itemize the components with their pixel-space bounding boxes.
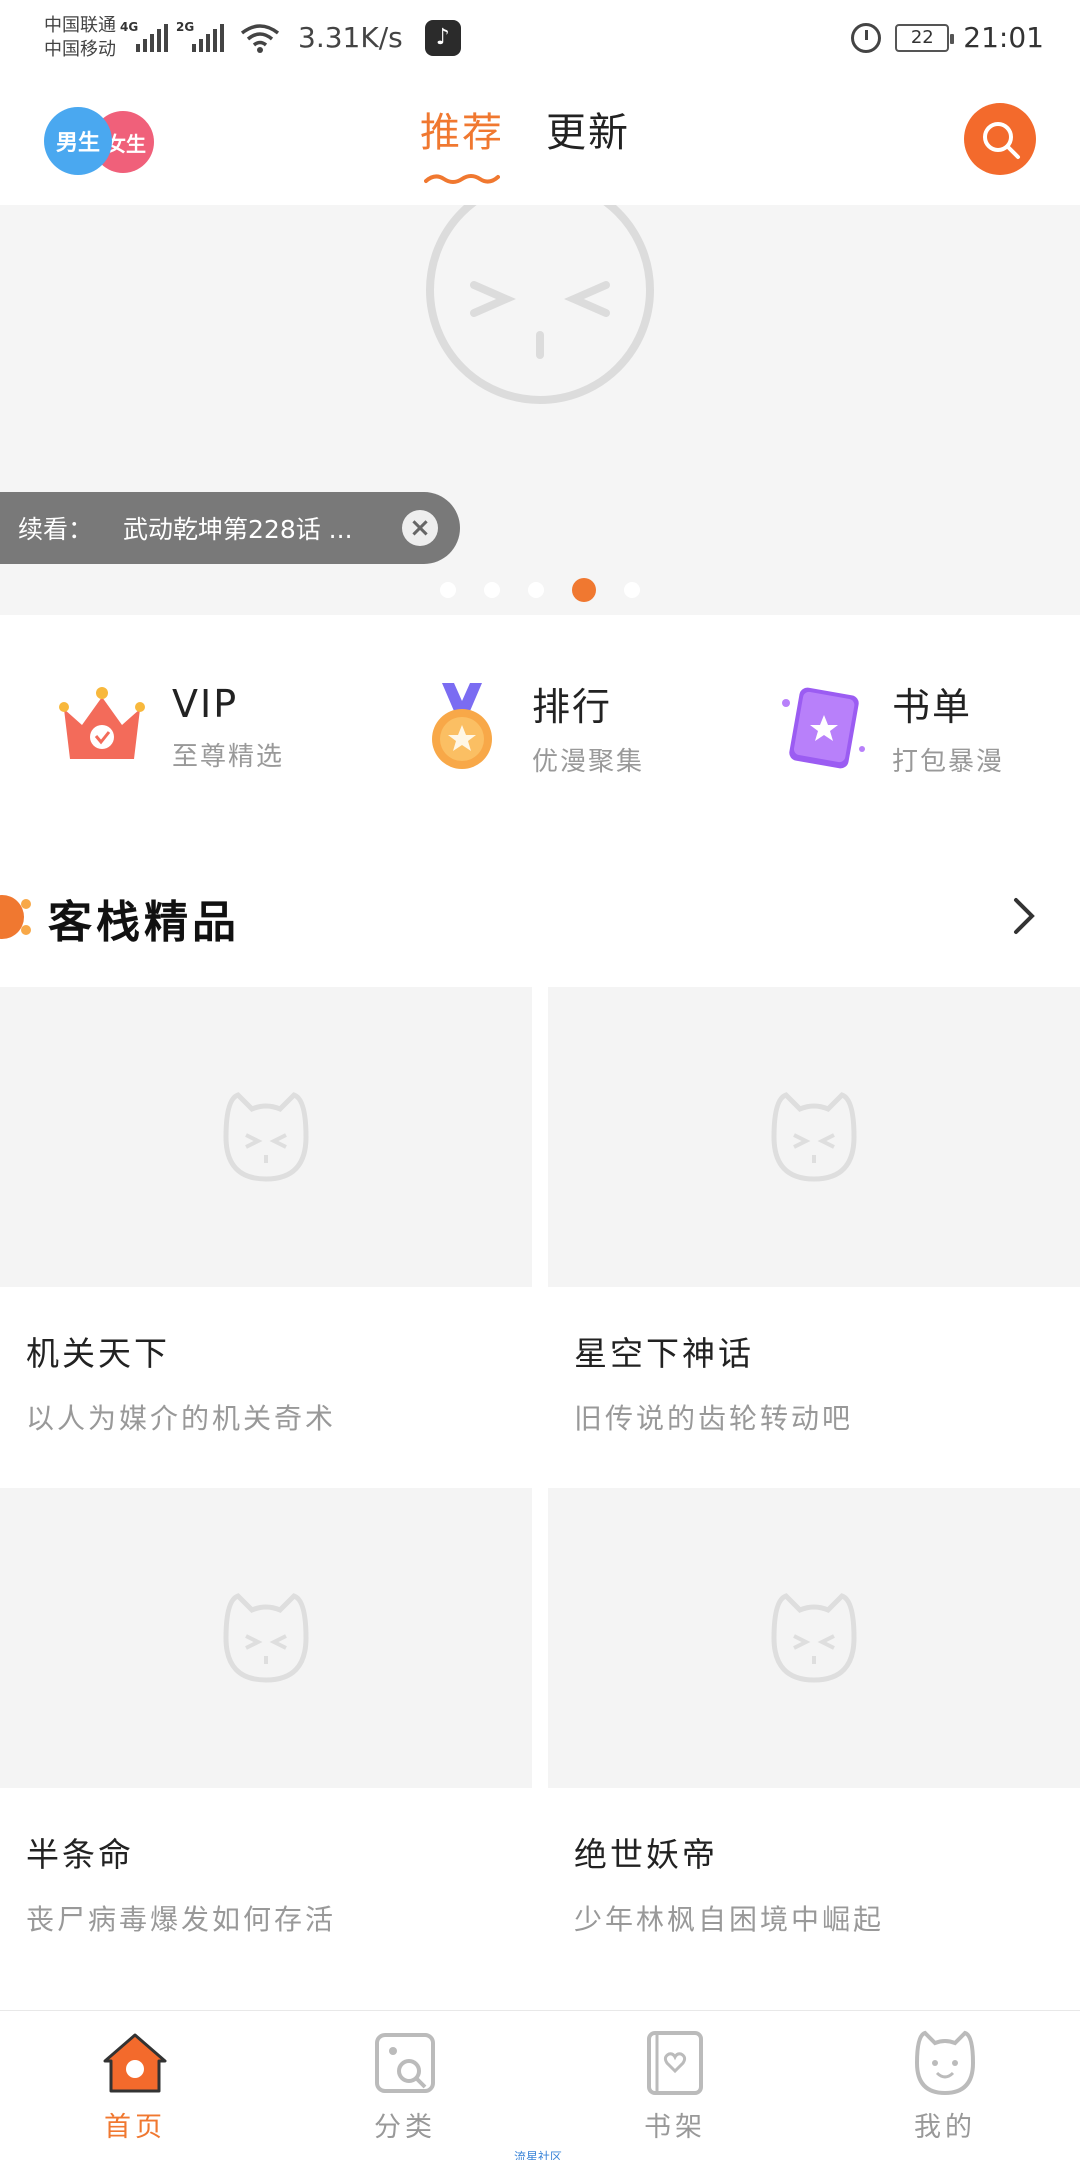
section-title: 客栈精品 bbox=[48, 897, 240, 948]
category-icon bbox=[375, 2033, 435, 2093]
feature-ranking[interactable]: 排行 优漫聚集 bbox=[410, 675, 644, 779]
carousel-dot-active[interactable] bbox=[572, 578, 596, 602]
carousel-dot[interactable] bbox=[440, 582, 456, 598]
feature-vip[interactable]: VIP 至尊精选 bbox=[50, 675, 284, 779]
alarm-icon bbox=[851, 22, 882, 53]
carousel-dot[interactable] bbox=[528, 582, 544, 598]
comic-cover-placeholder[interactable] bbox=[548, 987, 1080, 1287]
book-icon bbox=[782, 687, 865, 769]
cat-face-icon bbox=[223, 1593, 309, 1683]
cat-face-icon bbox=[771, 1593, 857, 1683]
status-bar: 中国联通 中国移动 4G 2G 3.31K/s ♪ 22 21:01 bbox=[0, 0, 1080, 75]
comic-description: 旧传说的齿轮转动吧 bbox=[574, 1402, 854, 1435]
bottom-nav: 首页 分类 书架 我的 bbox=[0, 2010, 1080, 2160]
section-header[interactable]: 客栈精品 bbox=[0, 880, 1080, 950]
carousel-dot[interactable] bbox=[484, 582, 500, 598]
signal-2g-icon: 2G bbox=[176, 20, 224, 52]
comic-cover-placeholder[interactable] bbox=[0, 1488, 532, 1788]
feature-booklist[interactable]: 书单 打包暴漫 bbox=[770, 675, 1004, 779]
nav-bookshelf[interactable]: 书架 bbox=[605, 2027, 745, 2144]
watermark: 流星社区 bbox=[514, 2150, 563, 2160]
tab-recommend[interactable]: 推荐 bbox=[420, 100, 504, 158]
nav-home-label: 首页 bbox=[104, 2112, 166, 2143]
network-type-2: 2G bbox=[176, 19, 195, 34]
comic-title: 星空下神话 bbox=[574, 1334, 754, 1373]
search-button[interactable] bbox=[964, 103, 1036, 175]
feature-vip-title: VIP bbox=[172, 681, 239, 726]
bookshelf-icon bbox=[647, 2031, 703, 2095]
comic-card[interactable]: 机关天下 以人为媒介的机关奇术 bbox=[0, 987, 532, 1437]
tiktok-icon: ♪ bbox=[424, 19, 461, 56]
continue-reading-bar[interactable]: 续看： 武动乾坤第228话 ... × bbox=[0, 492, 460, 564]
comic-cover-placeholder[interactable] bbox=[548, 1488, 1080, 1788]
top-tabs: 推荐 更新 bbox=[420, 100, 630, 158]
home-icon bbox=[103, 2033, 167, 2093]
feature-vip-subtitle: 至尊精选 bbox=[172, 741, 285, 772]
active-tab-indicator bbox=[424, 174, 500, 184]
comic-card[interactable]: 绝世妖帝 少年林枫自困境中崛起 bbox=[548, 1488, 1080, 1938]
gender-boy-badge[interactable]: 男生 bbox=[44, 107, 112, 175]
nav-profile-label: 我的 bbox=[914, 2112, 976, 2143]
feature-ranking-subtitle: 优漫聚集 bbox=[532, 747, 645, 777]
comic-card[interactable]: 星空下神话 旧传说的齿轮转动吧 bbox=[548, 987, 1080, 1437]
top-header: 男生 女生 推荐 更新 bbox=[0, 75, 1080, 205]
comic-description: 少年林枫自困境中崛起 bbox=[574, 1903, 885, 1936]
cat-face-icon bbox=[223, 1092, 309, 1182]
nav-category[interactable]: 分类 bbox=[335, 2027, 475, 2144]
continue-title[interactable]: 武动乾坤第228话 ... bbox=[123, 510, 402, 546]
carrier-names: 中国联通 中国移动 bbox=[44, 14, 116, 62]
section-dot-icon bbox=[0, 895, 31, 939]
battery-icon: 22 bbox=[895, 23, 955, 52]
placeholder-face-icon bbox=[426, 205, 654, 404]
comic-card[interactable]: 半条命 丧尸病毒爆发如何存活 bbox=[0, 1488, 532, 1938]
search-icon bbox=[983, 122, 1020, 159]
profile-icon bbox=[914, 2030, 976, 2096]
gender-toggle[interactable]: 男生 女生 bbox=[44, 103, 164, 179]
feature-row: VIP 至尊精选 排行 优漫聚集 书单 打包暴漫 bbox=[0, 615, 1080, 845]
chevron-right-icon[interactable] bbox=[1012, 896, 1036, 936]
feature-booklist-subtitle: 打包暴漫 bbox=[892, 747, 1005, 777]
feature-booklist-title: 书单 bbox=[892, 685, 973, 729]
comic-cover-placeholder[interactable] bbox=[0, 987, 532, 1287]
battery-level: 22 bbox=[910, 27, 934, 48]
network-speed: 3.31K/s bbox=[298, 21, 403, 54]
nav-home[interactable]: 首页 bbox=[65, 2027, 205, 2144]
network-type-1: 4G bbox=[120, 19, 139, 34]
nav-category-label: 分类 bbox=[374, 2112, 436, 2143]
banner-carousel[interactable]: 续看： 武动乾坤第228话 ... × bbox=[0, 205, 1080, 615]
continue-label: 续看： bbox=[18, 515, 94, 544]
crown-icon bbox=[59, 687, 145, 759]
nav-bookshelf-label: 书架 bbox=[644, 2112, 706, 2143]
comic-title: 半条命 bbox=[26, 1835, 134, 1874]
signal-4g-icon: 4G bbox=[120, 20, 168, 52]
close-icon[interactable]: × bbox=[402, 510, 438, 546]
nav-profile[interactable]: 我的 bbox=[875, 2027, 1015, 2144]
comic-description: 以人为媒介的机关奇术 bbox=[26, 1402, 337, 1435]
comic-description: 丧尸病毒爆发如何存活 bbox=[26, 1903, 337, 1936]
cat-face-icon bbox=[771, 1092, 857, 1182]
carousel-dots bbox=[440, 578, 640, 602]
medal-icon bbox=[432, 683, 492, 769]
feature-ranking-title: 排行 bbox=[532, 685, 613, 729]
clock: 21:01 bbox=[963, 21, 1044, 54]
carrier-1: 中国联通 bbox=[44, 14, 116, 36]
wifi-icon bbox=[240, 23, 280, 53]
tab-update[interactable]: 更新 bbox=[546, 100, 630, 158]
carrier-2: 中国移动 bbox=[44, 38, 116, 60]
comic-title: 绝世妖帝 bbox=[574, 1835, 718, 1874]
comic-title: 机关天下 bbox=[26, 1334, 170, 1373]
carousel-dot[interactable] bbox=[624, 582, 640, 598]
